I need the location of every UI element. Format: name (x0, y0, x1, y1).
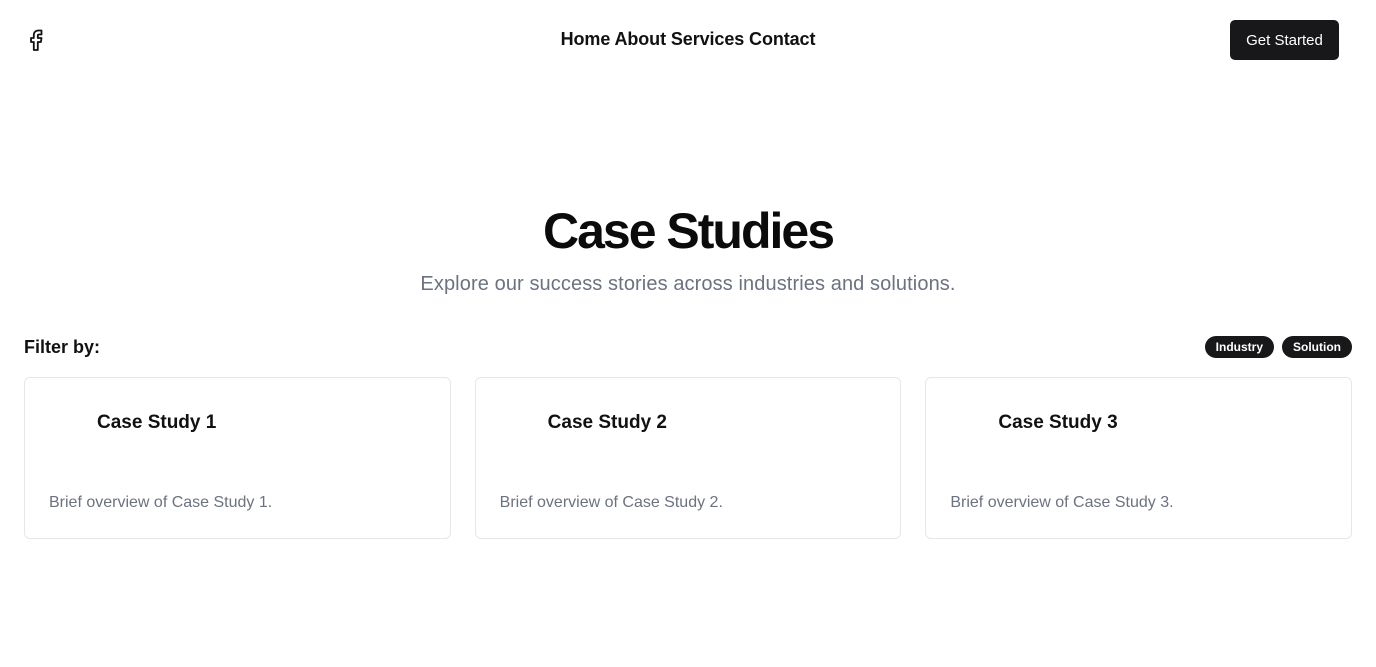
facebook-icon[interactable] (26, 28, 46, 52)
filter-chip-industry[interactable]: Industry (1204, 336, 1274, 358)
case-study-title: Case Study 3 (998, 412, 1118, 433)
nav-services-link[interactable]: Services (671, 29, 744, 49)
case-study-title: Case Study 2 (547, 412, 667, 433)
page-title: Case Studies (542, 203, 835, 259)
case-study-grid: Case Study 1 Brief overview of Case Stud… (24, 377, 1353, 539)
case-study-description: Brief overview of Case Study 3. (950, 494, 1174, 511)
site-header: Home About Services Contact Get Started (0, 0, 1376, 80)
case-study-card[interactable]: Case Study 1 Brief overview of Case Stud… (24, 377, 451, 539)
page-subtitle: Explore our success stories across indus… (420, 273, 956, 295)
case-study-card[interactable]: Case Study 2 Brief overview of Case Stud… (474, 377, 902, 539)
case-study-description: Brief overview of Case Study 1. (49, 494, 273, 511)
nav-contact-link[interactable]: Contact (749, 29, 815, 49)
nav-home-link[interactable]: Home (561, 29, 611, 49)
filter-label: Filter by: (24, 337, 101, 357)
case-study-description: Brief overview of Case Study 2. (499, 494, 723, 511)
case-study-card[interactable]: Case Study 3 Brief overview of Case Stud… (925, 377, 1353, 539)
filter-chip-solution[interactable]: Solution (1282, 336, 1352, 358)
case-study-title: Case Study 1 (97, 412, 217, 433)
main-nav: Home About Services Contact (0, 29, 1376, 50)
get-started-button[interactable]: Get Started (1230, 20, 1339, 60)
filter-chips: Industry Solution (1204, 336, 1352, 358)
nav-about-link[interactable]: About (614, 29, 666, 49)
